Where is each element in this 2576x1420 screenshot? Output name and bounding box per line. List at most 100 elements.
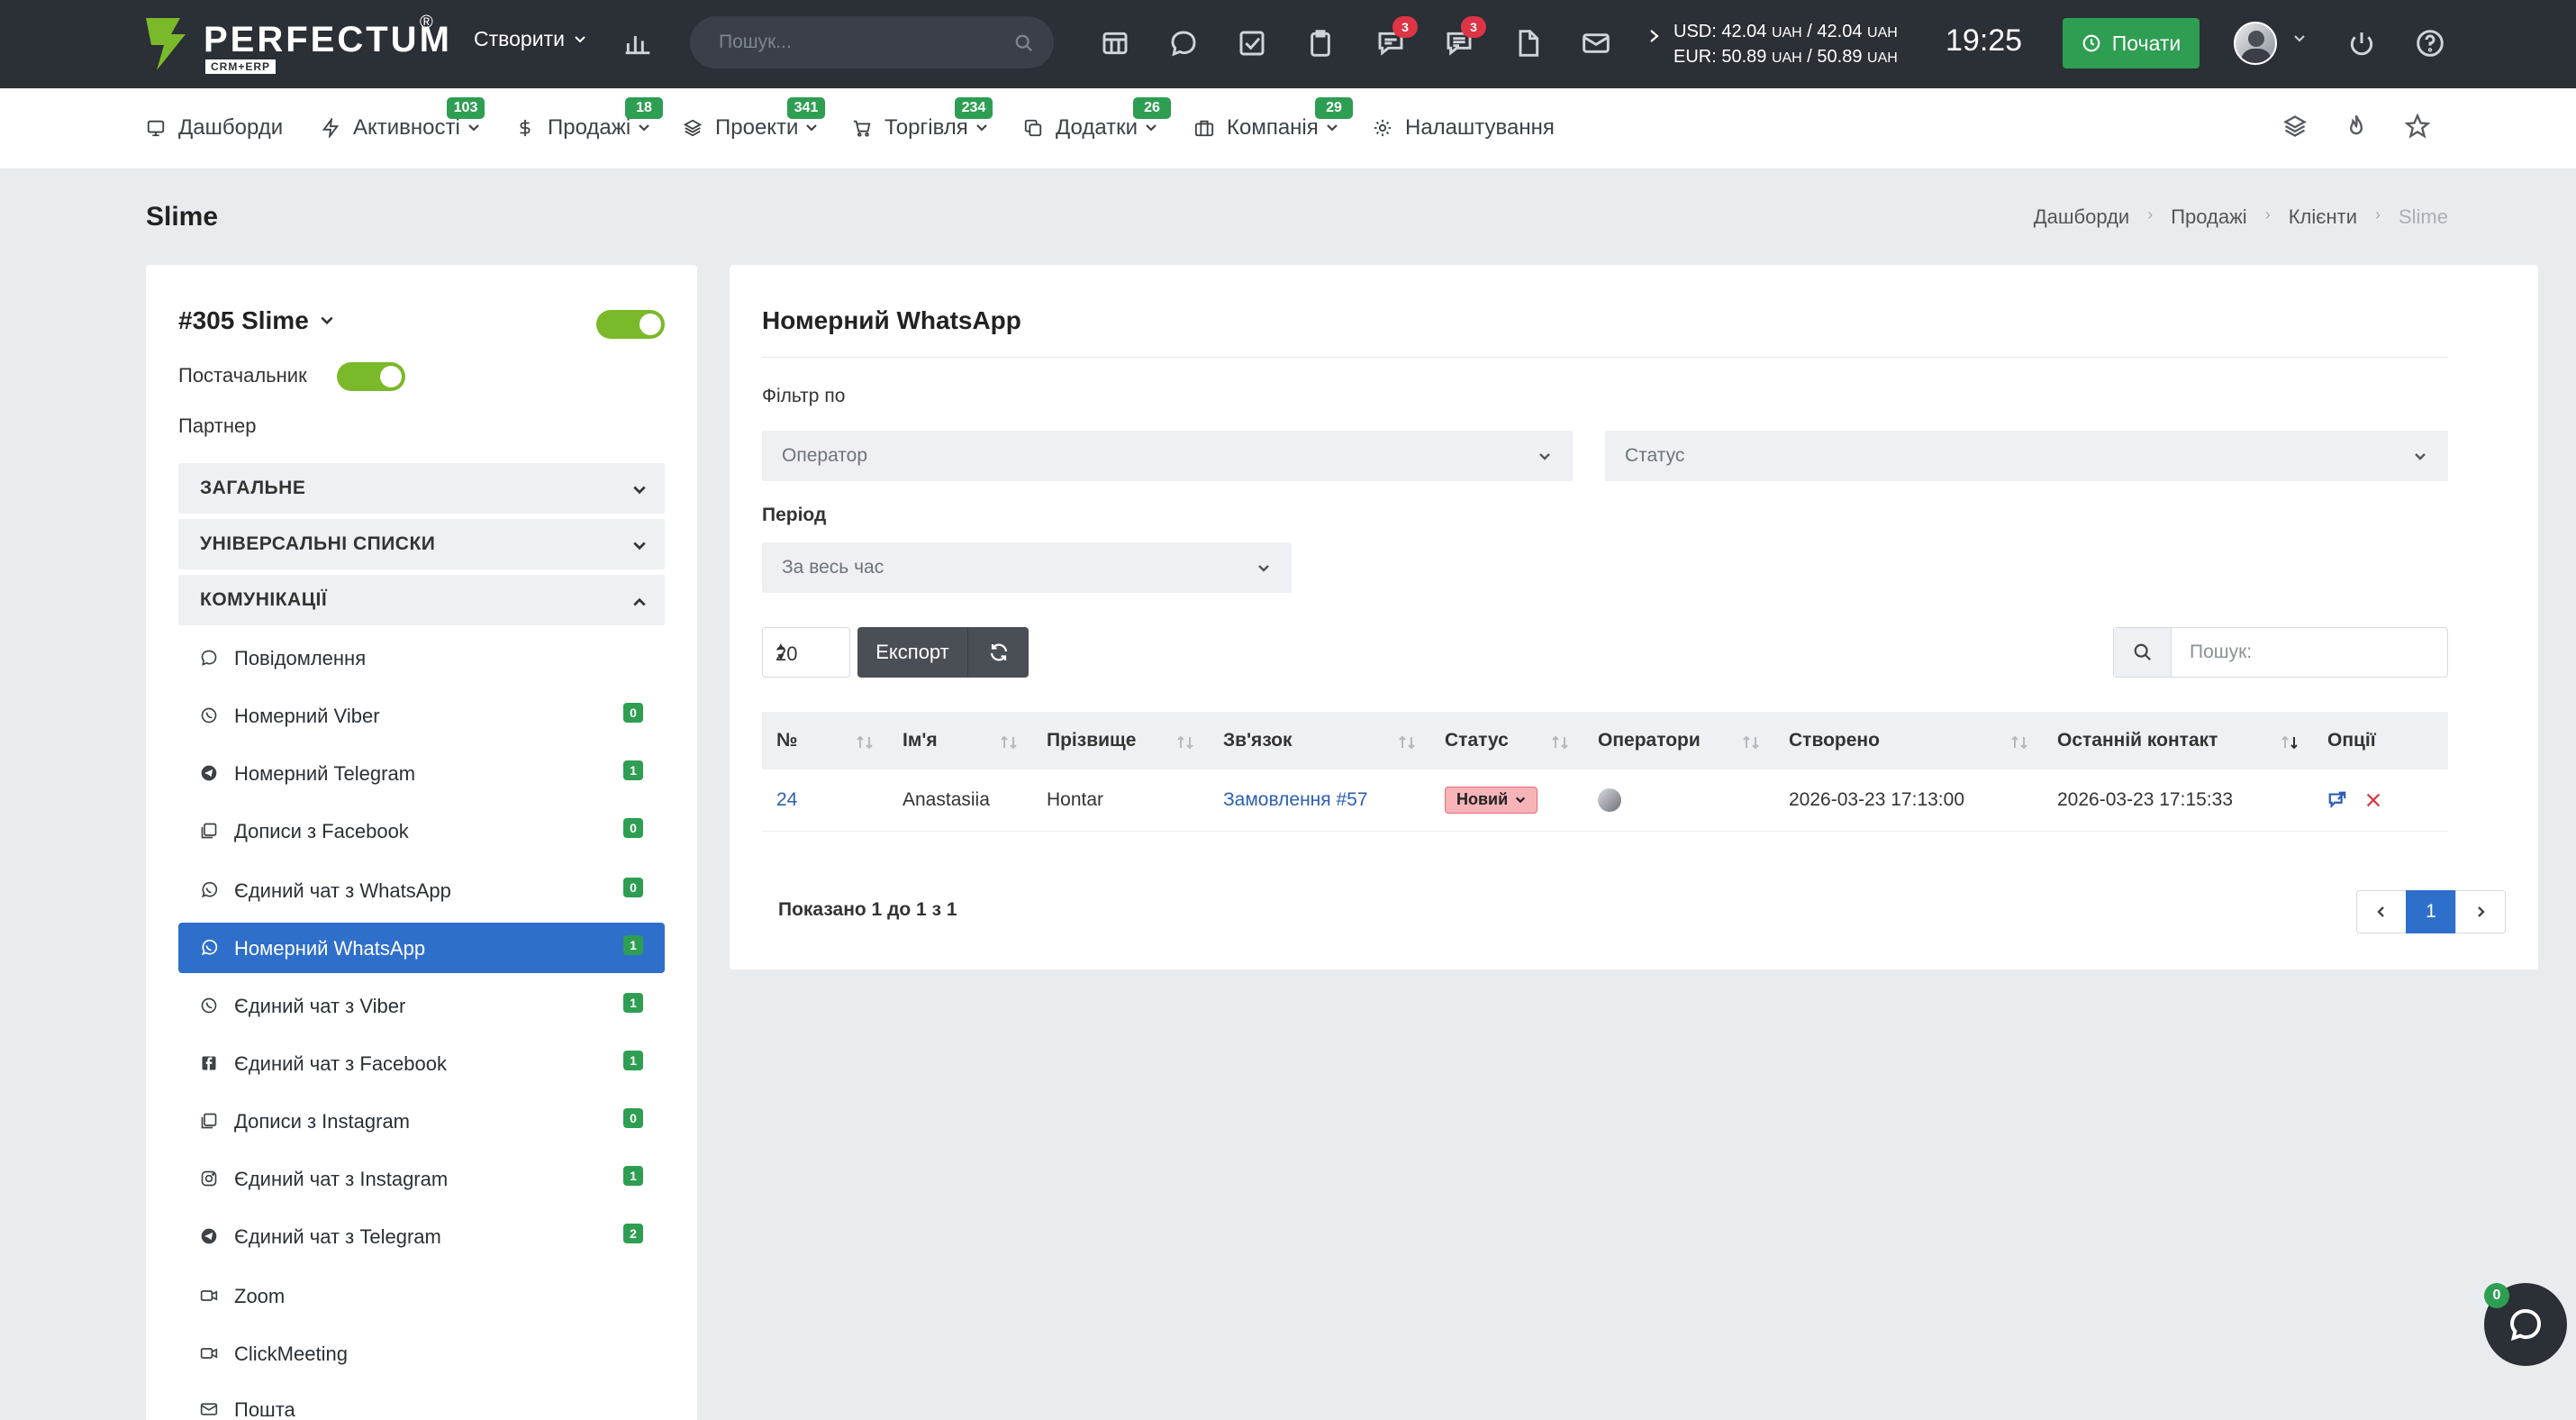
- breadcrumb-item[interactable]: Клієнти: [2289, 205, 2357, 229]
- comm-item-whatsapp-chat[interactable]: Єдиний чат з WhatsApp 0: [178, 865, 665, 915]
- breadcrumb-item[interactable]: Дашборди: [2034, 205, 2129, 229]
- col-relation[interactable]: Зв'язок: [1209, 712, 1430, 769]
- operator-avatar[interactable]: [1598, 787, 1621, 812]
- start-timer-button[interactable]: Почати: [2063, 18, 2200, 68]
- comm-item-messages[interactable]: Повідомлення: [178, 633, 665, 683]
- operator-select[interactable]: Оператор: [762, 431, 1573, 481]
- star-icon[interactable]: [2404, 113, 2434, 142]
- comm-item-viber-chat[interactable]: Єдиний чат з Viber 1: [178, 980, 665, 1031]
- mail-icon[interactable]: [1578, 25, 1614, 61]
- user-avatar[interactable]: [2234, 22, 2277, 65]
- comm-item-facebook-chat[interactable]: Єдиний чат з Facebook 1: [178, 1038, 665, 1088]
- status-dropdown[interactable]: Новий: [1445, 786, 1538, 814]
- page-button-current[interactable]: 1: [2406, 890, 2456, 933]
- supplier-label: Постачальник: [178, 364, 307, 387]
- clipboard-icon[interactable]: [1302, 25, 1338, 61]
- nav-badge: 29: [1315, 97, 1353, 119]
- col-status[interactable]: Статус: [1430, 712, 1583, 769]
- col-last-name[interactable]: Прізвище: [1032, 712, 1209, 769]
- telegram-icon: [200, 1227, 218, 1245]
- help-icon[interactable]: [2412, 25, 2448, 61]
- next-page-button[interactable]: [2455, 890, 2506, 933]
- nav-item-sales[interactable]: Продажі 18: [515, 97, 663, 141]
- col-first-name[interactable]: Ім'я: [888, 712, 1032, 769]
- breadcrumb-item[interactable]: Продажі: [2171, 205, 2246, 229]
- chat-widget-button[interactable]: 0: [2484, 1283, 2567, 1366]
- brand-subtitle: CRM+ERP: [205, 59, 277, 74]
- comm-label: Єдиний чат з Facebook: [234, 1052, 447, 1075]
- section-universal-lists[interactable]: УНІВЕРСАЛЬНІ СПИСКИ: [178, 519, 665, 569]
- section-communications[interactable]: КОМУНІКАЦІЇ: [178, 575, 665, 625]
- document-icon[interactable]: [1510, 25, 1546, 61]
- comm-item-mail[interactable]: Пошта: [178, 1384, 665, 1420]
- nav-item-trade[interactable]: Торгівля 234: [852, 97, 993, 141]
- supplier-toggle[interactable]: [337, 362, 405, 391]
- nav-label: Торгівля: [884, 115, 968, 140]
- cell-relation[interactable]: Замовлення #57: [1209, 769, 1430, 832]
- calendar-table-icon[interactable]: [1097, 25, 1133, 61]
- facebook-icon: [200, 1054, 218, 1072]
- open-chat-icon[interactable]: [2327, 790, 2347, 810]
- nav-item-addons[interactable]: Додатки 26: [1023, 97, 1171, 141]
- comm-item-telegram[interactable]: Номерний Telegram 1: [178, 748, 665, 798]
- chevron-down-icon: [575, 35, 585, 42]
- export-button[interactable]: Експорт: [857, 627, 967, 678]
- prev-page-button[interactable]: [2356, 890, 2407, 933]
- comm-item-facebook-posts[interactable]: Дописи з Facebook 0: [178, 806, 665, 856]
- breadcrumb-separator: ›: [2374, 205, 2381, 223]
- messages-icon[interactable]: 3: [1373, 16, 1418, 61]
- nav-badge: 234: [955, 97, 993, 119]
- comments-icon[interactable]: 3: [1441, 16, 1486, 61]
- search-icon: [2114, 628, 2172, 677]
- reports-icon[interactable]: [620, 25, 656, 61]
- nav-item-company[interactable]: Компанія 29: [1194, 97, 1353, 141]
- chat-bubble-icon[interactable]: [1166, 25, 1202, 61]
- create-menu-button[interactable]: Створити: [474, 27, 586, 51]
- nav-item-activities[interactable]: Активності 103: [321, 97, 485, 141]
- page-title: Slime: [146, 202, 219, 232]
- comm-item-clickmeeting[interactable]: ClickMeeting: [178, 1328, 665, 1379]
- comm-label: Єдиний чат з Viber: [234, 995, 406, 1017]
- col-operators[interactable]: Оператори: [1583, 712, 1774, 769]
- nav-label: Проекти: [715, 115, 799, 140]
- refresh-button[interactable]: [967, 627, 1029, 678]
- client-active-toggle[interactable]: [596, 310, 665, 339]
- col-number[interactable]: №: [762, 712, 888, 769]
- comm-item-telegram-chat[interactable]: Єдиний чат з Telegram 2: [178, 1211, 665, 1261]
- comm-label: Пошта: [234, 1398, 295, 1420]
- nav-item-dashboards[interactable]: Дашборди: [146, 115, 283, 141]
- nav-label: Активності: [353, 115, 460, 140]
- global-search-input[interactable]: Пошук...: [690, 16, 1054, 68]
- chevron-right-icon[interactable]: [1648, 27, 1661, 45]
- chevron-down-icon[interactable]: [2293, 32, 2306, 45]
- status-select[interactable]: Статус: [1605, 431, 2448, 481]
- comm-item-instagram-chat[interactable]: Єдиний чат з Instagram 1: [178, 1153, 665, 1204]
- top-bar: PERFECTUM ® CRM+ERP Створити Пошук... 3 …: [0, 0, 2576, 88]
- power-icon[interactable]: [2344, 25, 2380, 61]
- comm-item-zoom[interactable]: Zoom: [178, 1270, 665, 1321]
- page-size-select[interactable]: 20 ▲ ▼: [762, 627, 850, 678]
- client-sidebar: #305 Slime Постачальник Партнер ЗАГАЛЬНЕ…: [146, 265, 697, 1420]
- col-created[interactable]: Створено: [1774, 712, 2043, 769]
- comm-item-instagram-posts[interactable]: Дописи з Instagram 0: [178, 1096, 665, 1146]
- chevron-down-icon: [1326, 124, 1338, 132]
- chevron-down-icon: [633, 486, 646, 495]
- section-general[interactable]: ЗАГАЛЬНЕ: [178, 463, 665, 514]
- brand-logo[interactable]: PERFECTUM ® CRM+ERP: [144, 13, 449, 76]
- cart-icon: [853, 120, 871, 137]
- comm-item-whatsapp-number[interactable]: Номерний WhatsApp 1: [178, 923, 665, 973]
- comm-item-viber[interactable]: Номерний Viber 0: [178, 690, 665, 741]
- cell-operators: [1583, 769, 1774, 832]
- task-check-icon[interactable]: [1234, 25, 1270, 61]
- fire-icon[interactable]: [2344, 114, 2372, 142]
- whatsapp-icon: [200, 881, 218, 899]
- col-last-contact[interactable]: Останній контакт: [2043, 712, 2313, 769]
- nav-item-projects[interactable]: Проекти 341: [683, 97, 825, 141]
- period-select[interactable]: За весь час: [762, 542, 1292, 593]
- delete-icon[interactable]: [2363, 790, 2383, 810]
- client-title[interactable]: #305 Slime: [178, 306, 334, 335]
- table-search-input[interactable]: [2173, 628, 2444, 677]
- cell-number[interactable]: 24: [762, 769, 888, 832]
- layers-toggle-icon[interactable]: [2282, 114, 2311, 142]
- nav-item-settings[interactable]: Налаштування: [1373, 115, 1555, 141]
